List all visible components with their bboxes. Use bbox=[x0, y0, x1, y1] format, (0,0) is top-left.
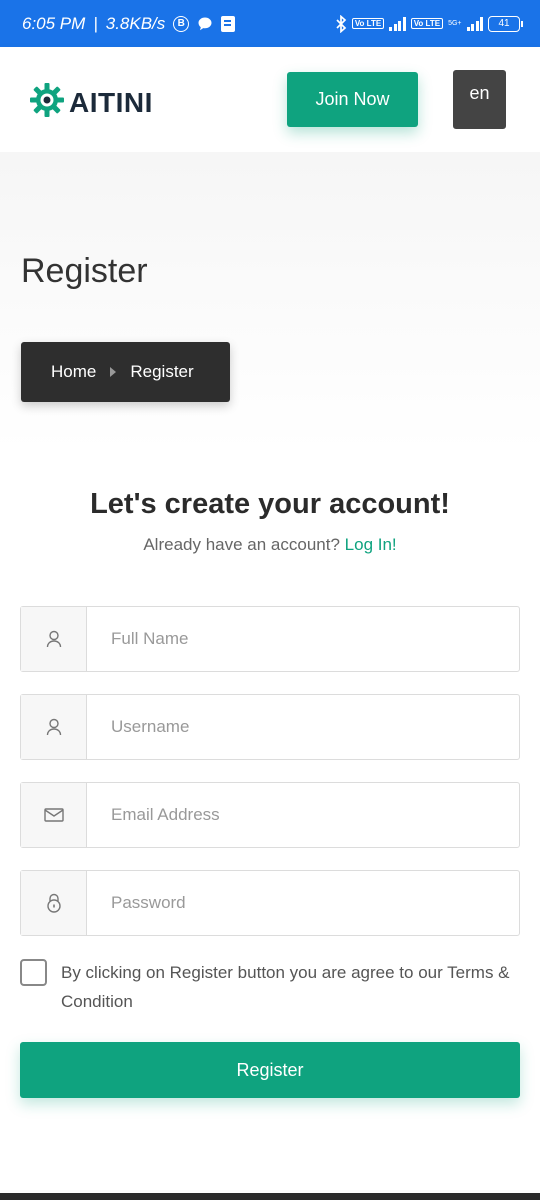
breadcrumb: Home Register bbox=[21, 342, 230, 402]
status-left: 6:05 PM | 3.8KB/s B bbox=[22, 14, 335, 34]
username-input[interactable] bbox=[87, 695, 519, 759]
signal-icon-1 bbox=[389, 16, 406, 31]
terms-checkbox[interactable] bbox=[20, 959, 47, 986]
terms-agreement: By clicking on Register button you are a… bbox=[20, 958, 520, 1016]
status-right: Vo LTE Vo LTE 5G+ 41 bbox=[335, 14, 523, 33]
password-field[interactable] bbox=[20, 870, 520, 936]
signal-icon-2 bbox=[466, 16, 483, 31]
b-badge-icon: B bbox=[173, 15, 190, 32]
user-icon bbox=[21, 695, 87, 759]
network-speed: 3.8KB/s bbox=[105, 13, 166, 33]
chat-icon bbox=[197, 16, 213, 32]
full-name-field[interactable] bbox=[20, 606, 520, 672]
join-now-button[interactable]: Join Now bbox=[287, 72, 418, 127]
breadcrumb-chevron-icon bbox=[110, 367, 117, 377]
email-field[interactable] bbox=[20, 782, 520, 848]
login-link[interactable]: Log In! bbox=[345, 535, 397, 554]
5g-icon: 5G+ bbox=[448, 20, 462, 27]
page-title: Register bbox=[21, 252, 148, 290]
terms-text: By clicking on Register button you are a… bbox=[61, 963, 510, 1011]
site-header: AITINI Join Now en bbox=[0, 47, 540, 152]
bluetooth-icon bbox=[335, 14, 347, 33]
status-divider: | bbox=[93, 13, 98, 33]
lock-icon bbox=[21, 871, 87, 935]
mail-icon bbox=[21, 783, 87, 847]
full-name-input[interactable] bbox=[87, 607, 519, 671]
form-subtitle-text: Already have an account? bbox=[143, 535, 345, 554]
volte-icon-1: Vo LTE bbox=[351, 18, 385, 29]
password-input[interactable] bbox=[87, 871, 519, 935]
form-title: Let's create your account! bbox=[90, 488, 450, 520]
logo[interactable]: AITINI bbox=[28, 81, 153, 124]
user-icon bbox=[21, 607, 87, 671]
note-icon bbox=[221, 15, 236, 32]
volte-icon-2: Vo LTE bbox=[410, 18, 444, 29]
register-form-header: Let's create your account! Already have … bbox=[0, 488, 540, 555]
gear-logo-icon bbox=[28, 81, 66, 124]
language-button[interactable]: en bbox=[453, 70, 506, 129]
breadcrumb-current: Register bbox=[130, 362, 194, 381]
page-hero: Register Home Register bbox=[0, 152, 540, 452]
form-subtitle: Already have an account? Log In! bbox=[0, 535, 540, 555]
status-bar: 6:05 PM | 3.8KB/s B Vo LTE Vo LTE 5G+ 41 bbox=[0, 0, 540, 47]
battery-icon: 41 bbox=[488, 15, 523, 32]
logo-text: AITINI bbox=[69, 86, 153, 118]
register-button[interactable]: Register bbox=[20, 1042, 520, 1098]
email-input[interactable] bbox=[87, 783, 519, 847]
breadcrumb-home-link[interactable]: Home bbox=[51, 362, 96, 382]
status-time: 6:05 PM bbox=[22, 13, 86, 33]
username-field[interactable] bbox=[20, 694, 520, 760]
bottom-bar bbox=[0, 1193, 540, 1200]
